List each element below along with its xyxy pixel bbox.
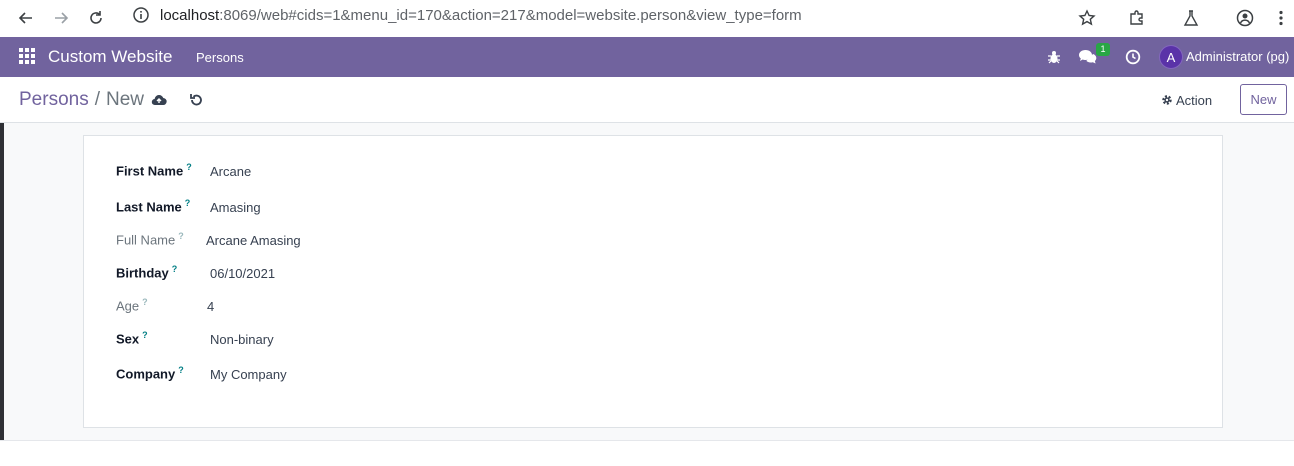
arrow-left-icon	[18, 12, 32, 24]
apps-grid-icon[interactable]	[19, 48, 35, 64]
clock-icon[interactable]	[1125, 49, 1141, 65]
url-path: :8069/web#cids=1&menu_id=170&action=217&…	[219, 6, 802, 24]
browser-menu-button[interactable]	[1266, 3, 1294, 33]
new-button[interactable]: New	[1240, 84, 1287, 115]
last-name-input[interactable]: Amasing	[210, 200, 261, 215]
cloud-upload-icon[interactable]	[151, 92, 167, 108]
help-tooltip-icon[interactable]: ?	[186, 162, 192, 172]
field-row-full-name: Full Name? Arcane Amasing	[116, 231, 716, 251]
help-tooltip-icon[interactable]: ?	[142, 297, 148, 307]
back-button[interactable]	[11, 3, 41, 33]
url-text: localhost:8069/web#cids=1&menu_id=170&ac…	[160, 7, 802, 24]
field-row-company: Company? My Company	[116, 365, 716, 385]
message-count-badge: 1	[1096, 43, 1110, 56]
breadcrumb-separator: /	[94, 89, 100, 110]
field-label-age: Age?	[116, 297, 148, 314]
help-tooltip-icon[interactable]: ?	[185, 198, 191, 208]
form-sheet: First Name? Arcane Last Name? Amasing Fu…	[83, 135, 1223, 428]
labs-button[interactable]	[1176, 3, 1206, 33]
bookmark-button[interactable]	[1072, 3, 1102, 33]
bug-icon[interactable]	[1046, 49, 1062, 65]
age-value: 4	[207, 299, 215, 314]
help-tooltip-icon[interactable]: ?	[172, 264, 178, 274]
field-label-last-name: Last Name?	[116, 198, 191, 215]
breadcrumb-persons-link[interactable]: Persons	[19, 89, 89, 111]
app-name[interactable]: Custom Website	[48, 47, 172, 67]
full-name-value: Arcane Amasing	[206, 233, 301, 248]
breadcrumb: Persons / New	[19, 89, 144, 111]
field-row-birthday: Birthday? 06/10/2021	[116, 264, 716, 284]
help-tooltip-icon[interactable]: ?	[142, 330, 148, 340]
chat-icon[interactable]	[1078, 49, 1097, 65]
help-tooltip-icon[interactable]: ?	[178, 365, 184, 375]
user-name[interactable]: Administrator (pg)	[1186, 49, 1289, 64]
main-navbar: Custom Website Persons 1 A Administrator…	[0, 37, 1294, 77]
undo-icon[interactable]	[188, 92, 204, 108]
bottom-area	[0, 440, 1294, 466]
extensions-button[interactable]	[1122, 3, 1152, 33]
reload-button[interactable]	[81, 3, 111, 33]
profile-button[interactable]	[1230, 3, 1260, 33]
menu-persons[interactable]: Persons	[196, 50, 244, 65]
birthday-input[interactable]: 06/10/2021	[210, 266, 275, 281]
help-tooltip-icon[interactable]: ?	[178, 231, 184, 241]
company-select[interactable]: My Company	[210, 367, 287, 382]
browser-toolbar: localhost:8069/web#cids=1&menu_id=170&ac…	[0, 0, 1294, 37]
user-avatar[interactable]: A	[1159, 45, 1183, 69]
sex-select[interactable]: Non-binary	[210, 332, 274, 347]
first-name-input[interactable]: Arcane	[210, 164, 251, 179]
url-host: localhost	[160, 6, 220, 24]
field-row-last-name: Last Name? Amasing	[116, 198, 716, 218]
action-button[interactable]: Action	[1155, 87, 1218, 113]
more-vertical-icon	[1279, 10, 1283, 26]
flask-icon	[1183, 10, 1199, 26]
address-bar[interactable]: localhost:8069/web#cids=1&menu_id=170&ac…	[122, 1, 1112, 29]
site-info-icon[interactable]	[132, 6, 150, 24]
field-label-full-name: Full Name?	[116, 231, 184, 248]
account-circle-icon	[1236, 9, 1254, 27]
reload-icon	[90, 11, 102, 24]
action-label: Action	[1176, 92, 1213, 108]
forward-button[interactable]	[46, 3, 76, 33]
field-row-sex: Sex? Non-binary	[116, 330, 716, 350]
star-icon	[1078, 9, 1096, 26]
field-label-first-name: First Name?	[116, 162, 192, 179]
arrow-right-icon	[55, 12, 69, 24]
breadcrumb-current: New	[105, 89, 144, 110]
window-edge	[0, 123, 4, 466]
field-label-sex: Sex?	[116, 330, 148, 347]
puzzle-icon	[1130, 10, 1143, 25]
field-label-company: Company?	[116, 365, 184, 382]
field-label-birthday: Birthday?	[116, 264, 178, 281]
control-panel: Persons / New Action New	[0, 77, 1294, 123]
field-row-age: Age? 4	[116, 297, 716, 317]
field-row-first-name: First Name? Arcane	[116, 162, 716, 182]
gear-icon	[1162, 95, 1172, 105]
